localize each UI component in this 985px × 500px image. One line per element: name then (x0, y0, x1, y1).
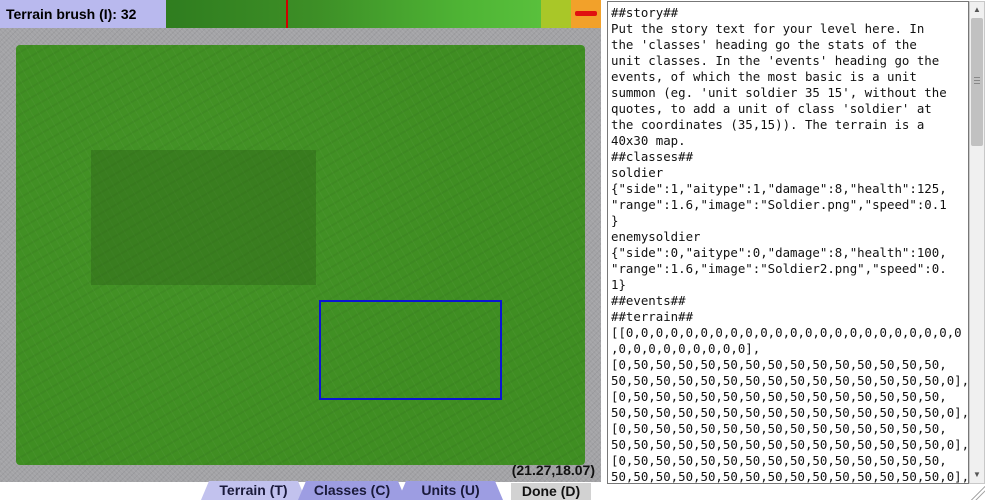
scrollbar-thumb[interactable] (971, 18, 983, 146)
terrain-color-preview (541, 0, 571, 28)
vertical-scrollbar[interactable]: ▲ ▼ (969, 1, 985, 484)
cursor-coordinates: (21.27,18.07) (511, 462, 595, 478)
terrain-toolbar: Terrain brush (I): 32 (0, 0, 601, 28)
tab-classes[interactable]: Classes (C) (298, 481, 406, 500)
map-canvas[interactable] (16, 45, 585, 465)
scroll-up-icon[interactable]: ▲ (970, 2, 984, 18)
selection-rectangle[interactable] (319, 300, 502, 400)
map-editor-area: Terrain brush (I): 32 (21.27,18.07) (0, 0, 601, 482)
terrain-brush-label: Terrain brush (I): 32 (0, 0, 166, 28)
minus-icon (575, 11, 597, 16)
grip-icon (974, 76, 980, 84)
terrain-brush-slider[interactable] (166, 0, 541, 28)
resize-grip-icon[interactable] (969, 484, 985, 500)
dark-terrain-region (91, 150, 316, 285)
brush-slider-marker[interactable] (286, 0, 288, 28)
tab-terrain[interactable]: Terrain (T) (201, 481, 306, 500)
done-button[interactable]: Done (D) (511, 483, 591, 500)
minimize-button[interactable] (571, 0, 601, 28)
scroll-down-icon[interactable]: ▼ (970, 467, 984, 483)
level-script-textarea[interactable]: ##story## Put the story text for your le… (607, 1, 969, 484)
tab-units[interactable]: Units (U) (398, 481, 503, 500)
